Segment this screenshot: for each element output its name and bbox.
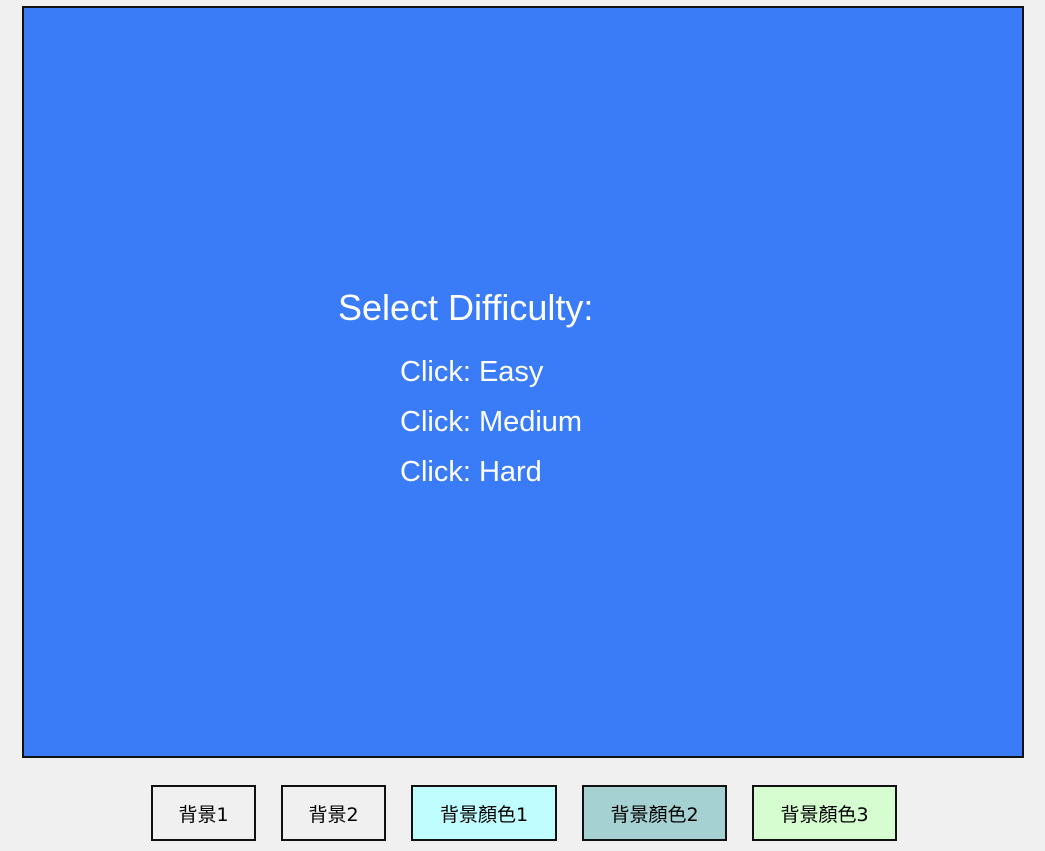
background-button-bar: 背景1 背景2 背景顏色1 背景顏色2 背景顏色3 xyxy=(0,785,1045,841)
difficulty-option-easy[interactable]: Click: Easy xyxy=(400,355,543,389)
game-canvas[interactable]: Select Difficulty: Click: Easy Click: Me… xyxy=(22,6,1024,758)
background-1-button[interactable]: 背景1 xyxy=(151,785,256,841)
difficulty-option-hard[interactable]: Click: Hard xyxy=(400,455,542,489)
background-color-1-button[interactable]: 背景顏色1 xyxy=(411,785,557,841)
background-color-3-button[interactable]: 背景顏色3 xyxy=(752,785,897,841)
difficulty-menu: Select Difficulty: Click: Easy Click: Me… xyxy=(24,8,1022,756)
menu-title: Select Difficulty: xyxy=(338,287,594,328)
background-color-2-button[interactable]: 背景顏色2 xyxy=(582,785,727,841)
difficulty-option-medium[interactable]: Click: Medium xyxy=(400,405,582,439)
page: Select Difficulty: Click: Easy Click: Me… xyxy=(0,0,1045,851)
background-2-button[interactable]: 背景2 xyxy=(281,785,386,841)
